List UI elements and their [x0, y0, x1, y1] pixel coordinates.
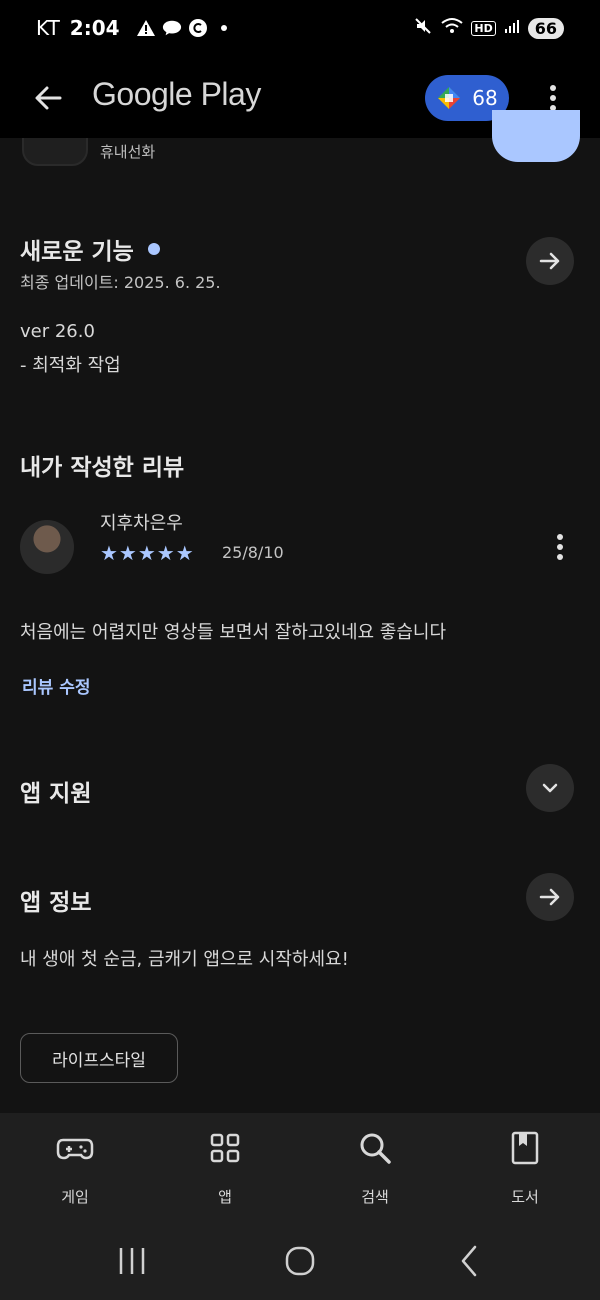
whats-new-title: 새로운 기능: [20, 239, 134, 265]
install-button[interactable]: [492, 110, 580, 162]
reviewer-avatar: [20, 520, 74, 574]
chevron-left-icon: [461, 1245, 477, 1277]
status-right: HD 66: [413, 16, 564, 40]
version-text: ver 26.0: [20, 321, 95, 342]
carrier-label: KT: [36, 16, 60, 40]
star-rating: ★★★★★: [100, 541, 195, 565]
app-description: 내 생애 첫 순금, 금캐기 앱으로 시작하세요!: [20, 949, 349, 970]
nav-item-search[interactable]: 검색: [325, 1128, 425, 1207]
apps-grid-icon: [210, 1133, 240, 1163]
nav-item-apps[interactable]: 앱: [175, 1128, 275, 1207]
arrow-right-icon: [539, 252, 560, 270]
chevron-down-icon: [542, 783, 558, 793]
hd-badge: HD: [471, 20, 496, 36]
mute-icon: [413, 16, 433, 40]
c-icon: [188, 18, 208, 38]
signal-icon: [504, 18, 520, 38]
review-date: 25/8/10: [222, 543, 284, 562]
whats-new-header: 새로운 기능: [20, 232, 160, 266]
recents-button[interactable]: [112, 1243, 152, 1279]
category-chip[interactable]: 라이프스타일: [20, 1033, 178, 1083]
search-icon: [360, 1133, 391, 1164]
nav-label-games: 게임: [61, 1188, 89, 1206]
home-button[interactable]: [280, 1243, 320, 1279]
app-support-title: 앱 지원: [20, 781, 92, 807]
review-more-button[interactable]: [546, 530, 574, 566]
whats-new-arrow-button[interactable]: [526, 237, 574, 285]
reviewer-name: 지후차은우: [100, 513, 183, 534]
status-left: KT 2:04: [36, 16, 234, 40]
back-button[interactable]: [30, 80, 66, 116]
app-info-title: 앱 정보: [20, 890, 92, 916]
talk-icon: [162, 18, 182, 38]
notification-dot-icon: [214, 18, 234, 38]
wifi-icon: [441, 17, 464, 39]
points-count: 68: [472, 86, 498, 110]
warning-icon: [136, 18, 156, 38]
home-icon: [285, 1246, 315, 1276]
nav-item-games[interactable]: 게임: [25, 1128, 125, 1207]
edit-review-link[interactable]: 리뷰 수정: [22, 673, 90, 698]
app-category: 휴내선화: [100, 143, 156, 161]
more-vert-icon: [557, 534, 563, 560]
battery-indicator: 66: [527, 17, 564, 39]
last-updated: 최종 업데이트: 2025. 6. 25.: [20, 273, 221, 292]
nav-item-books[interactable]: 도서: [475, 1128, 575, 1207]
play-points-icon: [438, 87, 461, 109]
app-title: Google Play: [92, 76, 261, 112]
new-indicator-dot: [147, 243, 160, 255]
app-info-arrow-button[interactable]: [526, 873, 574, 921]
release-note: - 최적화 작업: [20, 355, 121, 376]
arrow-left-icon: [35, 86, 62, 110]
my-review-title: 내가 작성한 리뷰: [20, 455, 185, 481]
recents-icon: [119, 1248, 145, 1274]
gamepad-icon: [56, 1138, 94, 1160]
review-text: 처음에는 어렵지만 영상들 보면서 잘하고있네요 좋습니다: [20, 622, 447, 643]
app-support-expand-button[interactable]: [526, 764, 574, 812]
book-icon: [511, 1131, 539, 1165]
clock: 2:04: [69, 16, 120, 40]
nav-label-apps: 앱: [218, 1188, 232, 1206]
nav-label-books: 도서: [511, 1188, 539, 1206]
nav-label-search: 검색: [361, 1188, 389, 1206]
system-back-button[interactable]: [450, 1243, 490, 1279]
arrow-right-icon: [539, 888, 560, 906]
